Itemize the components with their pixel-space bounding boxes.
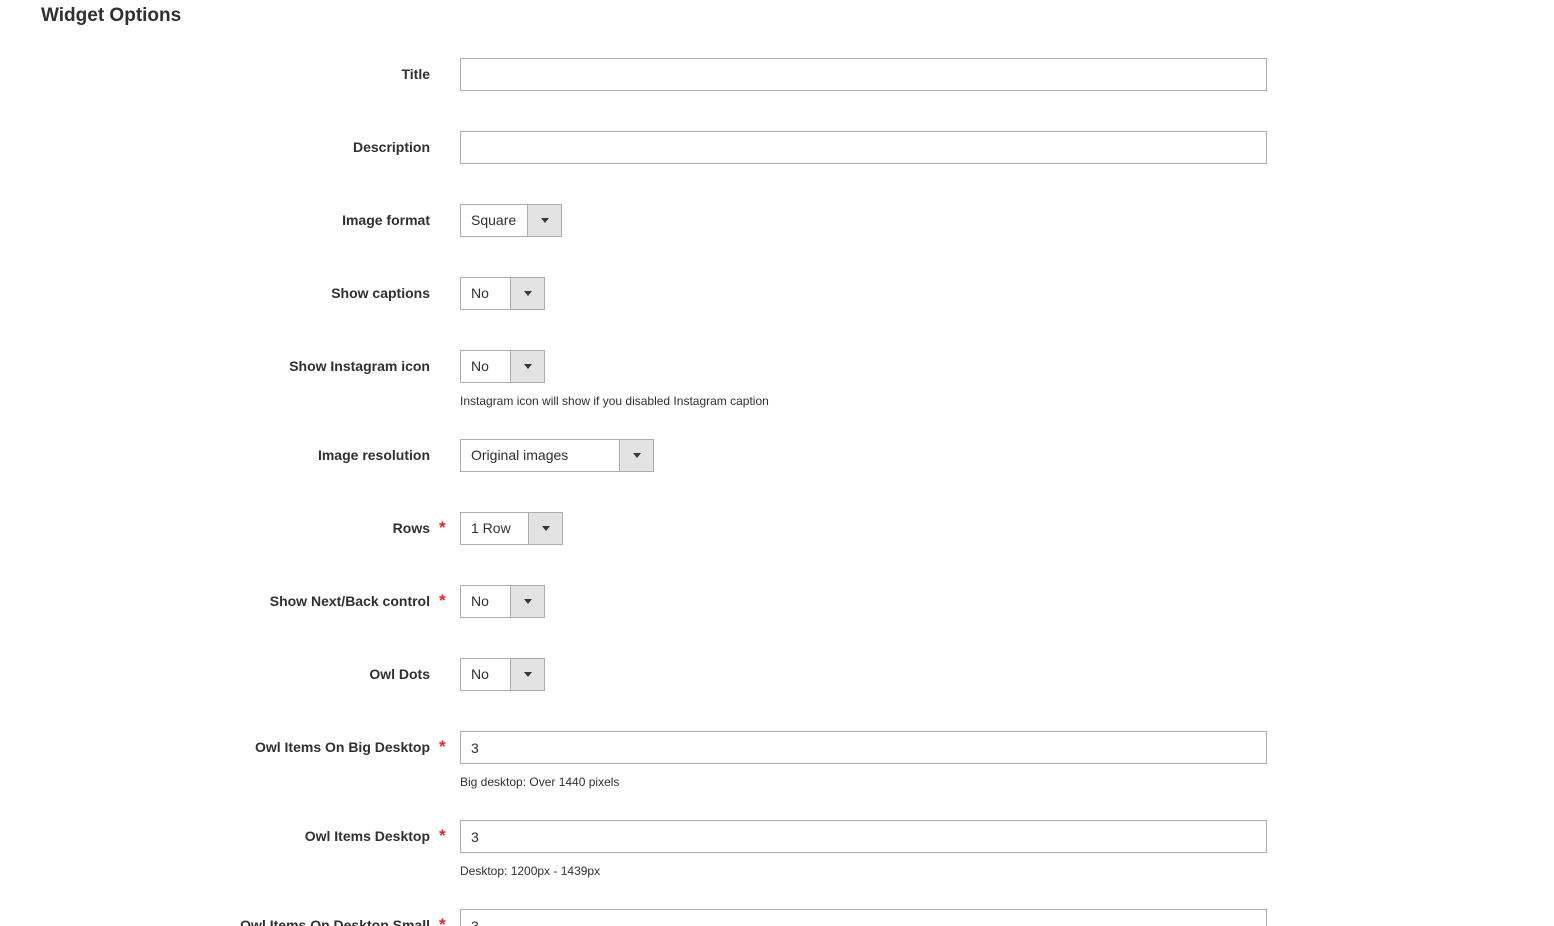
- show-next-back-value: No: [471, 593, 489, 609]
- owl-items-big-desktop-note: Big desktop: Over 1440 pixels: [460, 775, 620, 789]
- show-next-back-label: Show Next/Back control: [269, 593, 430, 609]
- chevron-down-icon: [540, 218, 549, 223]
- required-marker: *: [439, 915, 446, 926]
- required-marker: *: [439, 737, 446, 756]
- show-captions-select[interactable]: No: [460, 277, 545, 310]
- owl-dots-select[interactable]: No: [460, 658, 545, 691]
- image-resolution-select[interactable]: Original images: [460, 439, 654, 472]
- rows-dropdown-button[interactable]: [528, 513, 562, 544]
- owl-items-desktop-input[interactable]: [460, 820, 1267, 853]
- chevron-down-icon: [523, 599, 532, 604]
- widget-options-form: Widget Options Title Description Image f…: [0, 0, 1554, 926]
- owl-items-desktop-note: Desktop: 1200px - 1439px: [460, 864, 601, 878]
- required-marker: *: [439, 826, 446, 845]
- chevron-down-icon: [541, 526, 550, 531]
- show-instagram-icon-value: No: [471, 358, 489, 374]
- image-format-value: Square: [471, 212, 517, 228]
- description-input[interactable]: [460, 131, 1267, 164]
- owl-dots-dropdown-button[interactable]: [510, 659, 544, 690]
- owl-dots-value: No: [471, 666, 489, 682]
- show-instagram-icon-label: Show Instagram icon: [289, 358, 430, 374]
- chevron-down-icon: [523, 364, 532, 369]
- description-label: Description: [352, 139, 430, 155]
- required-marker: *: [439, 591, 446, 610]
- rows-value: 1 Row: [471, 520, 511, 536]
- title-input[interactable]: [460, 58, 1267, 91]
- image-resolution-value: Original images: [471, 447, 569, 463]
- owl-items-desktop-label: Owl Items Desktop: [304, 828, 430, 844]
- show-captions-label: Show captions: [331, 285, 430, 301]
- owl-dots-label: Owl Dots: [369, 666, 430, 682]
- owl-items-desktop-small-label: Owl Items On Desktop Small: [240, 917, 430, 926]
- show-captions-dropdown-button[interactable]: [510, 278, 544, 309]
- chevron-down-icon: [523, 291, 532, 296]
- show-instagram-icon-note: Instagram icon will show if you disabled…: [460, 394, 769, 408]
- image-resolution-label: Image resolution: [317, 447, 430, 463]
- chevron-down-icon: [523, 672, 532, 677]
- owl-items-big-desktop-input[interactable]: [460, 731, 1267, 764]
- image-format-select[interactable]: Square: [460, 204, 562, 237]
- show-next-back-select[interactable]: No: [460, 585, 545, 618]
- rows-select[interactable]: 1 Row: [460, 512, 563, 545]
- show-next-back-dropdown-button[interactable]: [510, 586, 544, 617]
- title-label: Title: [401, 66, 430, 82]
- show-instagram-icon-dropdown-button[interactable]: [510, 351, 544, 382]
- show-instagram-icon-select[interactable]: No: [460, 350, 545, 383]
- owl-items-desktop-small-input[interactable]: [460, 909, 1267, 926]
- image-resolution-dropdown-button[interactable]: [619, 440, 653, 471]
- required-marker: *: [439, 518, 446, 537]
- rows-label: Rows: [392, 520, 430, 536]
- section-title: Widget Options: [41, 5, 182, 26]
- chevron-down-icon: [632, 453, 641, 458]
- image-format-label: Image format: [342, 212, 430, 228]
- show-captions-value: No: [471, 285, 489, 301]
- image-format-dropdown-button[interactable]: [527, 205, 561, 236]
- owl-items-big-desktop-label: Owl Items On Big Desktop: [254, 739, 430, 755]
